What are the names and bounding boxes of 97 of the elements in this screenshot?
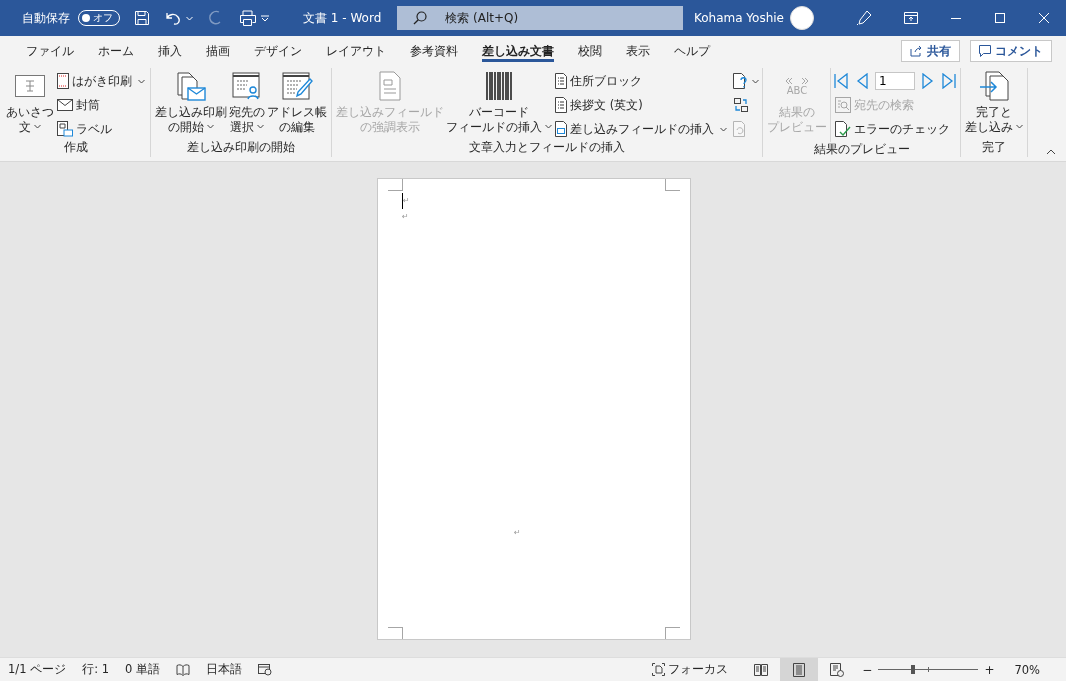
ribbon-small-button[interactable]: ラベル — [55, 118, 147, 140]
record-number-field[interactable]: 1 — [875, 72, 915, 90]
ribbon-tab[interactable]: 校閲 — [566, 36, 614, 66]
share-icon — [910, 45, 923, 57]
greeting-button[interactable]: あいさつ 文 — [5, 68, 55, 137]
list-pencil-icon — [281, 70, 313, 102]
document-check-icon — [835, 121, 851, 137]
ribbon-large-button[interactable]: バーコード フィールドの挿入 — [445, 68, 553, 137]
ribbon-tab[interactable]: ファイル — [14, 36, 86, 66]
first-record-icon[interactable] — [833, 73, 849, 89]
book-open-icon — [754, 663, 769, 676]
ribbon-tab[interactable]: 差し込み文書 — [470, 36, 566, 66]
avatar[interactable] — [790, 6, 814, 30]
ribbon-tab[interactable]: レイアウト — [314, 36, 398, 66]
document-list-icon — [555, 73, 567, 89]
maximize-icon[interactable] — [994, 12, 1006, 24]
ribbon-large-button[interactable]: 差し込み印刷 の開始 — [154, 68, 228, 137]
caret-icon — [207, 124, 214, 129]
focus-icon — [652, 663, 666, 676]
zoom-slider-thumb[interactable] — [911, 665, 916, 674]
group-label: 差し込み印刷の開始 — [187, 140, 295, 156]
ribbon-large-button[interactable]: アドレス帳 の編集 — [266, 68, 328, 137]
document-list-icon — [555, 97, 567, 113]
close-icon[interactable] — [1038, 12, 1050, 24]
group-label: 文章入力とフィールドの挿入 — [469, 140, 625, 156]
swap-fields-icon — [733, 97, 749, 113]
caret-icon[interactable] — [186, 15, 193, 21]
label-icon — [57, 121, 73, 137]
postcard-icon — [57, 73, 69, 89]
printer-icon[interactable] — [239, 10, 257, 26]
find-recipient-icon — [835, 97, 851, 113]
comment-button[interactable]: コメント — [970, 40, 1052, 62]
autosave-label: 自動保存 — [22, 9, 70, 27]
last-record-icon[interactable] — [941, 73, 957, 89]
paragraph-mark: ↵ — [514, 527, 522, 539]
user-name: Kohama Yoshie — [693, 11, 784, 25]
comment-icon — [979, 45, 991, 57]
ribbon-tab[interactable]: 挿入 — [146, 36, 194, 66]
ribbon-small-button[interactable]: 住所ブロック — [553, 70, 729, 92]
ribbon-tab[interactable]: デザイン — [242, 36, 314, 66]
language[interactable]: 日本語 — [206, 662, 242, 677]
caret-icon — [138, 78, 145, 84]
line-number[interactable]: 行: 1 — [82, 662, 110, 677]
ribbon-small-button[interactable]: 封筒 — [55, 94, 147, 116]
ribbon-small-button[interactable]: はがき印刷 — [55, 70, 147, 92]
ribbon-small-button[interactable]: 差し込みフィールドの挿入 — [553, 118, 729, 140]
caret-icon — [34, 124, 41, 129]
finish-merge-button[interactable]: 完了と 差し込み — [964, 68, 1024, 137]
web-page-icon — [830, 662, 845, 677]
caret-icon — [720, 126, 727, 132]
ribbon-tab[interactable]: 表示 — [614, 36, 662, 66]
page-icon — [793, 662, 806, 677]
pen-icon[interactable] — [856, 10, 872, 26]
print-layout-button[interactable] — [780, 658, 819, 681]
document-title: 文書 1 - Word — [303, 9, 382, 27]
macro-icon[interactable] — [258, 663, 272, 676]
barcode-icon — [483, 70, 515, 102]
rules-button[interactable] — [733, 70, 759, 92]
search-field[interactable]: 検索 (Alt+Q) — [397, 6, 684, 30]
customize-caret-icon[interactable] — [261, 14, 269, 22]
envelope-icon — [57, 99, 73, 111]
group-label: 完了 — [982, 140, 1006, 156]
document-field-icon — [555, 121, 567, 137]
caret-icon — [257, 124, 264, 129]
group-label: 結果のプレビュー — [813, 142, 910, 158]
paragraph-mark: ↵ — [402, 211, 410, 223]
paragraph-mark: ↵ — [402, 193, 413, 209]
focus-button[interactable]: フォーカス — [652, 662, 729, 677]
zoom-in-button[interactable]: + — [984, 662, 995, 677]
previous-record-icon[interactable] — [855, 73, 869, 89]
collapse-ribbon-icon[interactable] — [1046, 149, 1056, 155]
ribbon-large-button[interactable]: 宛先の 選択 — [228, 68, 266, 137]
ribbon-tab[interactable]: ホーム — [86, 36, 146, 66]
page-count[interactable]: 1/1 ページ — [8, 662, 67, 677]
zoom-out-button[interactable]: − — [862, 662, 873, 677]
ribbon-tab[interactable]: 参考資料 — [398, 36, 470, 66]
save-icon[interactable] — [134, 10, 150, 26]
ribbon-small-button[interactable]: エラーのチェック — [833, 118, 957, 140]
documents-envelope-icon — [175, 70, 207, 102]
caret-icon — [545, 124, 552, 129]
book-icon[interactable] — [176, 663, 190, 676]
undo-icon[interactable] — [164, 10, 182, 26]
ribbon-small-button[interactable]: 挨拶文 (英文) — [553, 94, 729, 116]
zoom-percent[interactable]: 70% — [1014, 662, 1040, 677]
share-button[interactable]: 共有 — [901, 40, 960, 62]
caret-icon — [1016, 124, 1023, 129]
document-arrow-icon — [978, 70, 1010, 102]
document-question-icon — [733, 73, 749, 89]
next-record-icon[interactable] — [921, 73, 935, 89]
list-person-icon — [231, 70, 263, 102]
ribbon-tab[interactable]: 描画 — [194, 36, 242, 66]
search-icon — [413, 11, 428, 25]
caret-icon — [752, 78, 759, 84]
ribbon-display-icon[interactable] — [904, 12, 918, 24]
word-count[interactable]: 0 単語 — [125, 662, 160, 677]
ribbon-tab[interactable]: ヘルプ — [662, 36, 722, 66]
group-label: 作成 — [64, 140, 88, 156]
